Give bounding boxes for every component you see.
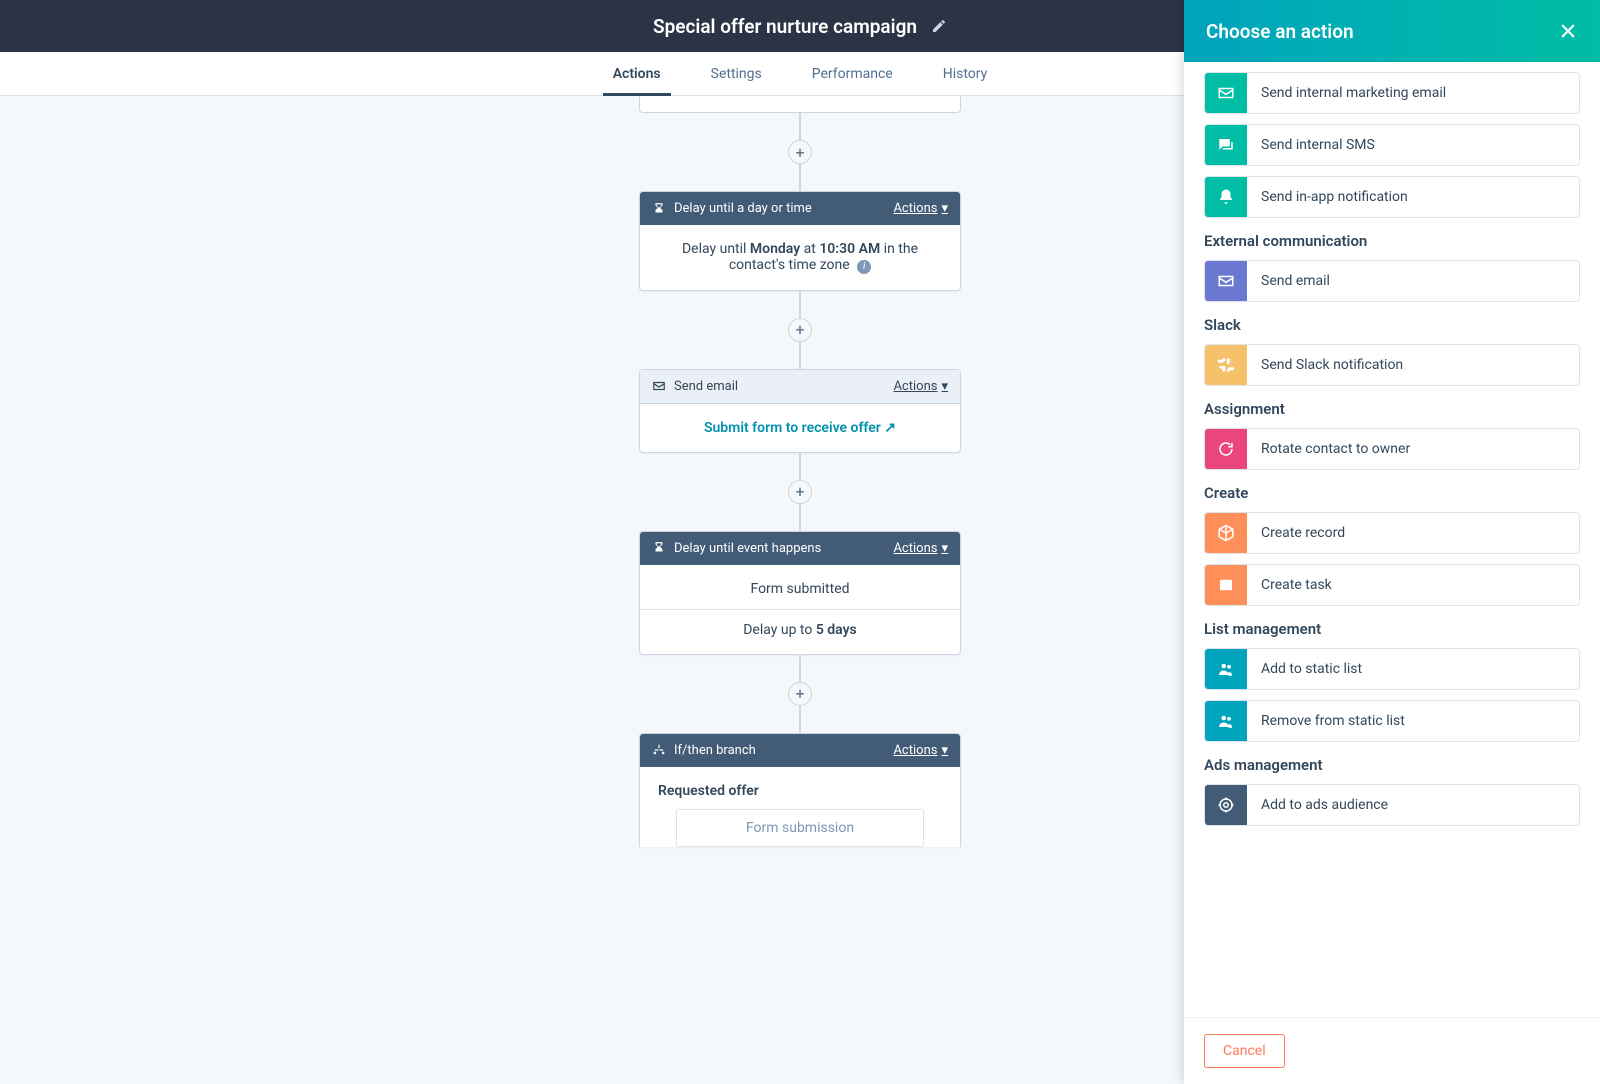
connector [799,341,801,369]
card-header: If/then branch Actions ▾ [640,734,960,767]
card-actions-dropdown[interactable]: Actions ▾ [893,743,948,758]
add-action-button[interactable]: + [788,480,812,504]
workflow-title: Special offer nurture campaign [653,15,917,38]
action-item[interactable]: Create task [1204,564,1580,606]
tab-actions[interactable]: Actions [613,52,661,95]
hourglass-icon [652,202,666,216]
tab-performance[interactable]: Performance [812,52,893,95]
mail-icon [652,379,666,393]
workflow-card-partial[interactable] [639,96,961,113]
action-item[interactable]: Add to ads audience [1204,784,1580,826]
card-header: Delay until event happens Actions ▾ [640,532,960,565]
action-group-label: Create [1204,484,1580,502]
action-label: Send internal marketing email [1247,85,1460,101]
card-body: Submit form to receive offer ↗ [640,404,960,452]
action-item[interactable]: Send internal marketing email [1204,72,1580,114]
slack-icon [1205,345,1247,385]
action-label: Add to ads audience [1247,797,1402,813]
action-label: Create task [1247,577,1346,593]
card-actions-dropdown[interactable]: Actions ▾ [893,541,948,556]
workflow-card-delay-day[interactable]: Delay until a day or time Actions ▾ Dela… [639,191,961,291]
action-group-label: Assignment [1204,400,1580,418]
workflow-card-send-email[interactable]: Send email Actions ▾ Submit form to rece… [639,369,961,453]
action-item[interactable]: Remove from static list [1204,700,1580,742]
cancel-button[interactable]: Cancel [1204,1034,1285,1068]
hourglass-icon [652,541,666,555]
branch-icon [652,743,666,757]
card-actions-dropdown[interactable]: Actions ▾ [893,201,948,216]
connector [799,113,801,141]
action-group-label: Slack [1204,316,1580,334]
branch-condition[interactable]: Form submission [676,809,924,847]
action-label: Send email [1247,273,1344,289]
connector [799,453,801,481]
chat-icon [1205,125,1247,165]
card-actions-dropdown[interactable]: Actions ▾ [893,379,948,394]
cube-icon [1205,513,1247,553]
task-icon [1205,565,1247,605]
connector [799,503,801,531]
external-link-icon: ↗ [884,420,896,436]
chevron-down-icon: ▾ [941,541,948,556]
add-action-button[interactable]: + [788,318,812,342]
target-icon [1205,785,1247,825]
card-header: Delay until a day or time Actions ▾ [640,192,960,225]
mail-icon [1205,261,1247,301]
action-item[interactable]: Send in-app notification [1204,176,1580,218]
panel-body[interactable]: Send internal marketing email Send intern… [1184,62,1600,1017]
bell-icon [1205,177,1247,217]
edit-title-icon[interactable] [931,18,947,34]
mail-icon [1205,73,1247,113]
close-icon[interactable] [1558,21,1578,41]
tab-history[interactable]: History [943,52,988,95]
action-label: Create record [1247,525,1359,541]
card-body: Delay until Monday at 10:30 AM in the co… [640,225,960,290]
action-group-label: Ads management [1204,756,1580,774]
email-link[interactable]: Submit form to receive offer ↗ [704,420,896,436]
panel-header: Choose an action [1184,0,1600,62]
card-header: Send email Actions ▾ [640,370,960,404]
add-action-button[interactable]: + [788,682,812,706]
info-icon[interactable]: i [857,260,871,274]
card-body: Form submitted Delay up to 5 days [640,565,960,654]
action-label: Send in-app notification [1247,189,1422,205]
people-icon [1205,701,1247,741]
action-item[interactable]: Send Slack notification [1204,344,1580,386]
action-group-label: List management [1204,620,1580,638]
add-action-button[interactable]: + [788,140,812,164]
chevron-down-icon: ▾ [941,201,948,216]
action-label: Send internal SMS [1247,137,1389,153]
branch-name: Requested offer [658,783,942,799]
card-body: Requested offer Form submission [640,767,960,847]
action-label: Rotate contact to owner [1247,441,1424,457]
action-label: Add to static list [1247,661,1376,677]
action-item[interactable]: Create record [1204,512,1580,554]
connector [799,705,801,733]
workflow-card-delay-event[interactable]: Delay until event happens Actions ▾ Form… [639,531,961,655]
connector [799,163,801,191]
chevron-down-icon: ▾ [941,743,948,758]
workflow-card-branch[interactable]: If/then branch Actions ▾ Requested offer… [639,733,961,847]
people-icon [1205,649,1247,689]
connector [799,655,801,683]
action-picker-panel: Choose an action Send internal marketing… [1184,0,1600,1084]
panel-footer: Cancel [1184,1017,1600,1084]
card-title: Delay until a day or time [674,201,812,216]
action-item[interactable]: Send internal SMS [1204,124,1580,166]
action-label: Send Slack notification [1247,357,1417,373]
action-label: Remove from static list [1247,713,1419,729]
chevron-down-icon: ▾ [941,379,948,394]
action-item[interactable]: Add to static list [1204,648,1580,690]
rotate-icon [1205,429,1247,469]
action-item[interactable]: Rotate contact to owner [1204,428,1580,470]
connector [799,291,801,319]
panel-title: Choose an action [1206,20,1354,43]
action-group-label: External communication [1204,232,1580,250]
tab-settings[interactable]: Settings [711,52,762,95]
action-item[interactable]: Send email [1204,260,1580,302]
card-title: Send email [674,379,738,394]
card-title: Delay until event happens [674,541,821,556]
card-title: If/then branch [674,743,756,758]
